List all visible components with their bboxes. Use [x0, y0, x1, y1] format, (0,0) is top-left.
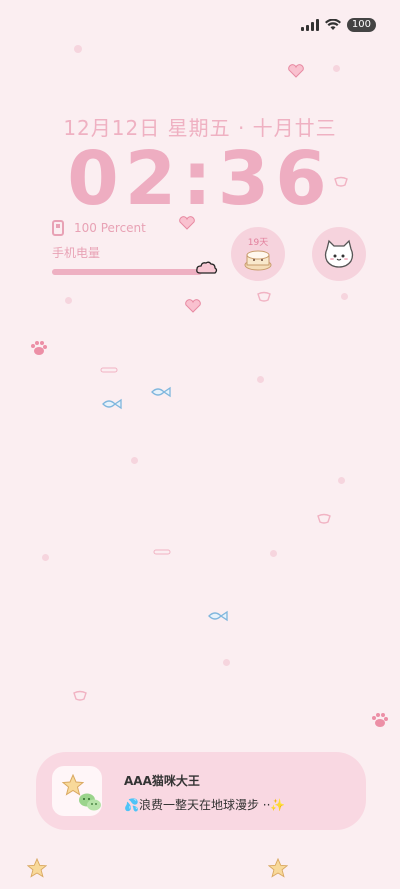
dot: [42, 554, 49, 561]
days-widget[interactable]: 19天: [231, 227, 285, 281]
cat-widget[interactable]: [312, 227, 366, 281]
dot: [65, 297, 72, 304]
paw-icon: [31, 341, 47, 355]
notification-title: AAA猫咪大王: [124, 774, 200, 788]
notification-avatar: [52, 766, 102, 816]
status-bar: 100: [300, 18, 376, 32]
wechat-icon: [79, 793, 101, 811]
battery-bar: [52, 261, 218, 275]
battery-bar-fill: [52, 269, 202, 275]
heart-icon: [179, 216, 195, 230]
wifi-icon: [324, 19, 341, 30]
notification-body: 💦浪费一整天在地球漫步 ··✨: [124, 798, 286, 812]
cloud-icon: [196, 261, 218, 274]
cat-face-icon: [324, 239, 354, 268]
dot: [338, 477, 345, 484]
battery-label: 手机电量: [52, 246, 101, 260]
cake-icon: [244, 250, 272, 271]
bow-icon: [257, 291, 271, 302]
dot: [131, 457, 138, 464]
fish-icon: [208, 610, 228, 622]
dot: [223, 659, 230, 666]
camera-star-icon[interactable]: [268, 858, 288, 878]
fish-icon: [151, 386, 171, 398]
dot: [270, 550, 277, 557]
bow-icon: [73, 690, 87, 701]
bone-icon: [153, 549, 171, 555]
dot: [257, 376, 264, 383]
dot: [333, 65, 340, 72]
notification-card[interactable]: AAA猫咪大王 💦浪费一整天在地球漫步 ··✨: [36, 752, 366, 830]
bone-icon: [100, 367, 118, 373]
paw-icon: [372, 713, 388, 727]
dot: [341, 293, 348, 300]
battery-level: 100: [346, 18, 376, 32]
fish-icon: [102, 398, 122, 410]
battery-widget[interactable]: 100 Percent 手机电量: [52, 220, 222, 275]
heart-icon: [288, 64, 304, 78]
bow-icon: [317, 513, 331, 524]
lock-screen: { "status_bar": { "battery_level": "100"…: [0, 0, 400, 889]
dot: [74, 45, 82, 53]
heart-icon: [185, 299, 201, 313]
phone-battery-icon: [52, 220, 64, 236]
signal-icon: [300, 19, 319, 31]
bow-icon: [334, 176, 348, 187]
flashlight-star-icon[interactable]: [27, 858, 47, 878]
battery-percent: 100 Percent: [74, 221, 146, 235]
